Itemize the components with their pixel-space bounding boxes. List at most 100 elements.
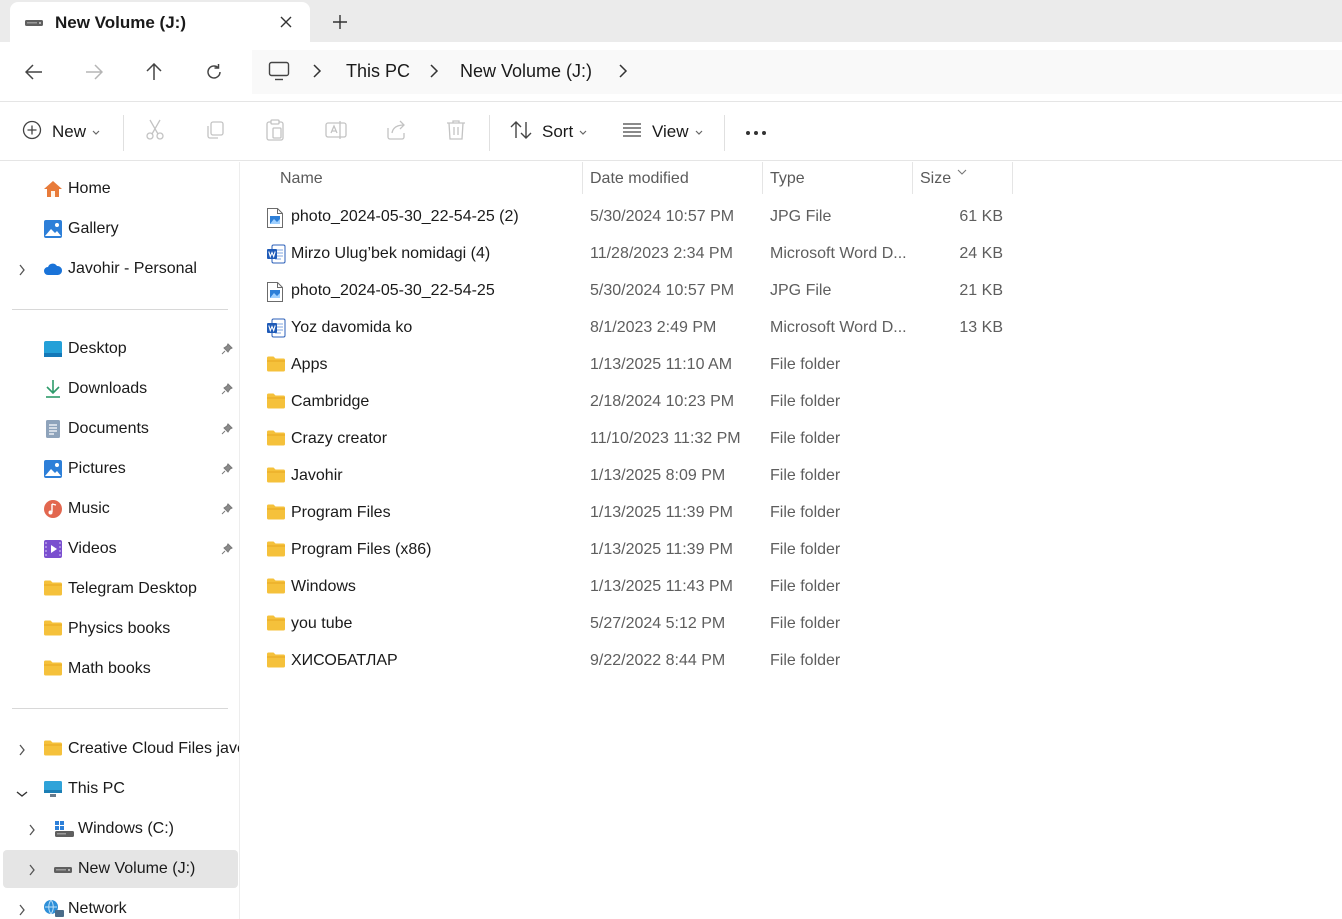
sidebar-item-this-pc[interactable]: This PC: [3, 770, 238, 808]
sidebar-item-physics-books[interactable]: Physics books: [3, 610, 238, 648]
desktop-icon: [43, 339, 63, 359]
sidebar-label: Javohir - Personal: [68, 260, 197, 277]
file-row[interactable]: Windows 1/13/2025 11:43 PM File folder: [261, 569, 1013, 606]
share-button[interactable]: [385, 117, 407, 147]
pin-icon[interactable]: [221, 502, 233, 520]
sidebar-item-documents[interactable]: Documents: [3, 410, 238, 448]
sidebar-item-onedrive[interactable]: Javohir - Personal: [3, 250, 238, 288]
pin-icon[interactable]: [221, 462, 233, 480]
pin-icon[interactable]: [221, 342, 233, 360]
view-button[interactable]: View: [622, 117, 703, 147]
file-date-modified: 1/13/2025 11:39 PM: [590, 541, 733, 558]
tab-bar: New Volume (J:): [0, 0, 1342, 42]
sidebar-item-creative-cloud[interactable]: Creative Cloud Files javo: [3, 730, 239, 768]
breadcrumb-this-pc[interactable]: This PC: [346, 61, 410, 82]
sidebar-label: Pictures: [68, 460, 126, 477]
forward-icon[interactable]: [80, 58, 108, 86]
column-divider[interactable]: [912, 162, 913, 194]
sidebar-item-network[interactable]: Network: [3, 890, 238, 919]
sidebar-item-videos[interactable]: Videos: [3, 530, 238, 568]
file-row[interactable]: photo_2024-05-30_22-54-25 5/30/2024 10:57…: [261, 273, 1013, 310]
pin-icon[interactable]: [221, 422, 233, 440]
file-row[interactable]: ХИСОБАТЛАР 9/22/2022 8:44 PM File folder: [261, 643, 1013, 680]
address-bar[interactable]: This PC New Volume (J:): [252, 50, 1342, 94]
column-header-type[interactable]: Type: [770, 170, 805, 188]
file-type: JPG File: [770, 208, 832, 225]
folder-icon: [43, 659, 63, 679]
file-name: Program Files: [291, 504, 391, 521]
file-row[interactable]: Apps 1/13/2025 11:10 AM File folder: [261, 347, 1013, 384]
file-name: Javohir: [291, 467, 343, 484]
file-row[interactable]: photo_2024-05-30_22-54-25 (2) 5/30/2024 1…: [261, 199, 1013, 236]
sidebar-item-music[interactable]: Music: [3, 490, 238, 528]
file-date-modified: 1/13/2025 11:10 AM: [590, 356, 733, 373]
refresh-icon[interactable]: [200, 58, 228, 86]
sidebar-label: Music: [68, 500, 110, 517]
sidebar-item-telegram-desktop[interactable]: Telegram Desktop: [3, 570, 238, 608]
copy-button[interactable]: [205, 117, 225, 147]
sidebar-item-math-books[interactable]: Math books: [3, 650, 238, 688]
column-header-date[interactable]: Date modified: [590, 170, 689, 188]
image-file-icon: [266, 281, 286, 302]
chevron-right-icon[interactable]: [28, 823, 36, 841]
back-icon[interactable]: [20, 58, 48, 86]
file-row[interactable]: Mirzo Ulug’bek nomidagi (4) 11/28/2023 2:…: [261, 236, 1013, 273]
column-divider[interactable]: [1012, 162, 1013, 194]
monitor-icon: [268, 61, 290, 86]
file-row[interactable]: Program Files (x86) 1/13/2025 11:39 PM Fil…: [261, 532, 1013, 569]
gallery-icon: [43, 219, 63, 239]
chevron-right-icon[interactable]: [618, 63, 628, 84]
chevron-down-icon[interactable]: [16, 785, 28, 803]
file-name: Apps: [291, 356, 328, 373]
chevron-right-icon[interactable]: [18, 263, 26, 281]
sidebar-item-gallery[interactable]: Gallery: [3, 210, 238, 248]
folder-icon: [266, 466, 286, 486]
sidebar-item-new-volume-j[interactable]: New Volume (J:): [3, 850, 238, 888]
delete-button[interactable]: [446, 117, 466, 147]
rename-button[interactable]: [325, 117, 347, 147]
videos-icon: [43, 539, 63, 559]
tab-new-volume[interactable]: New Volume (J:): [10, 2, 310, 42]
file-row[interactable]: Cambridge 2/18/2024 10:23 PM File folder: [261, 384, 1013, 421]
sidebar-item-downloads[interactable]: Downloads: [3, 370, 238, 408]
sidebar-label: This PC: [68, 780, 125, 797]
new-tab-icon[interactable]: [328, 10, 352, 34]
chevron-right-icon[interactable]: [312, 63, 322, 84]
file-type: File folder: [770, 467, 841, 484]
file-date-modified: 11/10/2023 11:32 PM: [590, 430, 741, 447]
sidebar-item-pictures[interactable]: Pictures: [3, 450, 238, 488]
column-divider[interactable]: [762, 162, 763, 194]
close-tab-icon[interactable]: [276, 12, 296, 32]
file-row[interactable]: Crazy creator 11/10/2023 11:32 PM File fol…: [261, 421, 1013, 458]
up-icon[interactable]: [140, 58, 168, 86]
chevron-right-icon[interactable]: [18, 743, 26, 761]
file-type: File folder: [770, 615, 841, 632]
sort-button[interactable]: Sort: [510, 117, 587, 147]
file-type: Microsoft Word D...: [770, 319, 907, 336]
file-row[interactable]: Yoz davomida ko 8/1/2023 2:49 PM Microsoft…: [261, 310, 1013, 347]
sidebar-item-windows-c[interactable]: Windows (C:): [3, 810, 238, 848]
file-row[interactable]: Javohir 1/13/2025 8:09 PM File folder: [261, 458, 1013, 495]
pin-icon[interactable]: [221, 542, 233, 560]
file-row[interactable]: Program Files 1/13/2025 11:39 PM File fold…: [261, 495, 1013, 532]
pin-icon[interactable]: [221, 382, 233, 400]
chevron-right-icon[interactable]: [429, 63, 439, 84]
tab-title: New Volume (J:): [55, 13, 186, 32]
file-name: ХИСОБАТЛАР: [291, 652, 398, 669]
paste-button[interactable]: [265, 117, 285, 147]
column-header-size[interactable]: Size: [920, 170, 951, 188]
file-row[interactable]: you tube 5/27/2024 5:12 PM File folder: [261, 606, 1013, 643]
file-size: 13 KB: [959, 319, 1003, 336]
breadcrumb-new-volume[interactable]: New Volume (J:): [460, 61, 592, 82]
sidebar-item-home[interactable]: Home: [3, 170, 238, 208]
file-type: File folder: [770, 393, 841, 410]
column-divider[interactable]: [582, 162, 583, 194]
more-options-button[interactable]: [745, 117, 767, 147]
column-header-name[interactable]: Name: [280, 170, 323, 188]
sidebar-item-desktop[interactable]: Desktop: [3, 330, 238, 368]
new-button[interactable]: New: [22, 117, 100, 147]
cut-button[interactable]: [145, 117, 165, 147]
chevron-right-icon[interactable]: [28, 863, 36, 881]
folder-icon: [43, 619, 63, 639]
chevron-right-icon[interactable]: [18, 903, 26, 919]
